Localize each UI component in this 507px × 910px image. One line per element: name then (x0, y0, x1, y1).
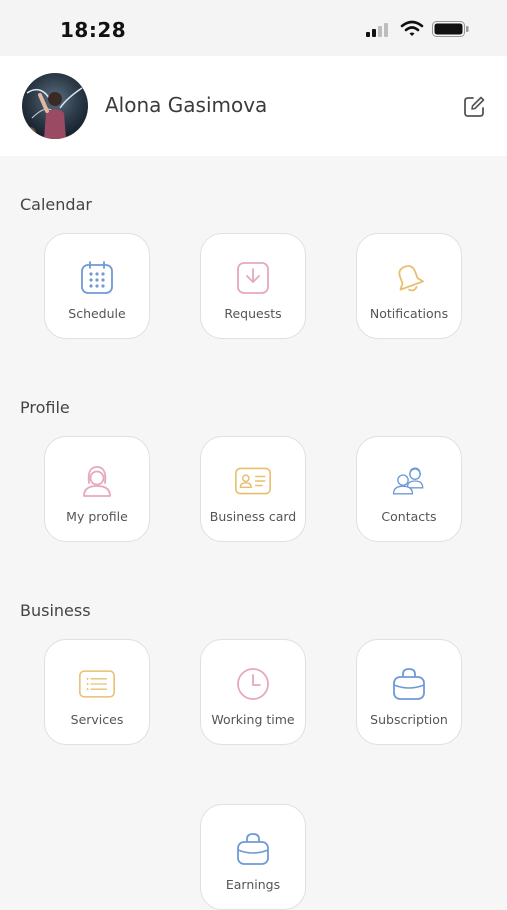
bag-icon (235, 831, 271, 867)
my-profile-tile[interactable]: My profile (44, 436, 150, 542)
business-card-tile[interactable]: Business card (200, 436, 306, 542)
status-bar: 18:28 (0, 0, 507, 56)
tile-label: Subscription (370, 712, 448, 727)
services-tile[interactable]: Services (44, 639, 150, 745)
tile-label: Services (70, 712, 124, 727)
contacts-tile[interactable]: Contacts (356, 436, 462, 542)
battery-icon (432, 21, 470, 41)
contacts-icon (391, 463, 427, 499)
bag-icon (391, 666, 427, 702)
user-icon (79, 463, 115, 499)
tile-label: Schedule (68, 306, 126, 321)
tile-label: Earnings (225, 877, 281, 892)
download-icon (235, 260, 271, 296)
id-card-icon (235, 463, 271, 499)
section-title-business: Business (20, 601, 91, 620)
profile-header: Alona Gasimova (0, 56, 507, 156)
bell-icon (391, 260, 427, 296)
clock-icon (235, 666, 271, 702)
subscription-tile[interactable]: Subscription (356, 639, 462, 745)
working-time-tile[interactable]: Working time (200, 639, 306, 745)
cellular-signal-icon (366, 22, 392, 41)
status-time: 18:28 (60, 18, 127, 42)
edit-icon (464, 96, 485, 117)
menu-content: Calendar Schedule Requests Notifications… (0, 156, 507, 910)
tile-label: Working time (211, 712, 295, 727)
notifications-tile[interactable]: Notifications (356, 233, 462, 339)
list-icon (79, 666, 115, 702)
user-name: Alona Gasimova (105, 93, 268, 117)
wifi-icon (400, 20, 424, 42)
section-title-calendar: Calendar (20, 195, 92, 214)
avatar[interactable] (22, 73, 88, 139)
schedule-tile[interactable]: Schedule (44, 233, 150, 339)
tile-label: Requests (224, 306, 282, 321)
tile-label: Business card (209, 509, 297, 524)
tile-label: Contacts (381, 509, 437, 524)
earnings-tile[interactable]: Earnings (200, 804, 306, 910)
requests-tile[interactable]: Requests (200, 233, 306, 339)
edit-profile-button[interactable] (460, 93, 488, 121)
tile-label: Notifications (369, 306, 449, 321)
calendar-icon (79, 260, 115, 296)
section-title-profile: Profile (20, 398, 70, 417)
tile-label: My profile (66, 509, 128, 524)
